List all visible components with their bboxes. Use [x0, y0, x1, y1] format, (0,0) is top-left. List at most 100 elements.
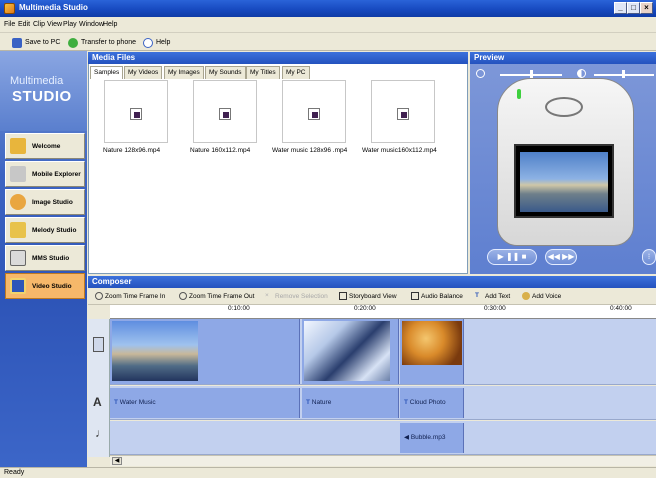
- status-bar: Ready: [0, 467, 656, 478]
- contrast-icon: [577, 69, 586, 78]
- audio-balance-button[interactable]: Audio Balance: [411, 292, 463, 300]
- audio-balance-icon: [411, 292, 419, 300]
- zoom-in-icon: [95, 292, 103, 300]
- status-text: Ready: [4, 469, 25, 476]
- seek-controls[interactable]: ◀◀ ▶▶: [545, 249, 577, 265]
- tab-my-videos[interactable]: My Videos: [124, 66, 163, 79]
- text-track-icon: A: [93, 395, 102, 409]
- audio-track: ◀ Bubble.mp3: [110, 421, 656, 455]
- composer-header: Composer: [88, 276, 656, 288]
- nav-mobile-explorer[interactable]: Mobile Explorer: [5, 161, 85, 187]
- add-text-button[interactable]: T Add Text: [475, 292, 510, 300]
- media-file-tile[interactable]: [282, 80, 346, 143]
- ruler-tick: 0:20:00: [354, 305, 376, 312]
- video-studio-icon: [10, 278, 26, 294]
- menu-clip[interactable]: Clip: [33, 21, 45, 28]
- tab-my-images[interactable]: My Images: [164, 66, 204, 79]
- nav-video-studio[interactable]: Video Studio: [5, 273, 85, 299]
- video-clip[interactable]: [302, 319, 399, 384]
- video-file-icon: [397, 108, 409, 120]
- video-file-icon: [219, 108, 231, 120]
- phone-screen: [514, 144, 614, 218]
- text-clip-icon: T: [404, 399, 408, 406]
- close-button[interactable]: ×: [640, 2, 653, 14]
- video-thumbnail: [112, 321, 198, 381]
- ruler-tick: 0:40:00: [610, 305, 632, 312]
- tab-samples[interactable]: Samples: [90, 66, 124, 79]
- window-title: Multimedia Studio: [19, 3, 88, 12]
- menu-edit[interactable]: Edit: [18, 21, 30, 28]
- text-clip[interactable]: T Nature: [302, 388, 399, 418]
- track-icon-column: A ♩: [88, 319, 110, 457]
- menu-play[interactable]: Play: [63, 21, 77, 28]
- text-track: T Water Music T Nature T Cloud Photo: [110, 386, 656, 420]
- text-clip-icon: T: [114, 399, 118, 406]
- tab-my-pc[interactable]: My PC: [282, 66, 310, 79]
- nav-mms-studio[interactable]: MMS Studio: [5, 245, 85, 271]
- nav-welcome[interactable]: Welcome: [5, 133, 85, 159]
- remove-icon: ×: [265, 292, 269, 299]
- zoom-in-button[interactable]: Zoom Time Frame In: [95, 292, 165, 300]
- maximize-button[interactable]: □: [627, 2, 640, 14]
- phone-led: [517, 89, 521, 99]
- storyboard-icon: [339, 292, 347, 300]
- storyboard-view-button[interactable]: Storyboard View: [339, 292, 397, 300]
- mobile-explorer-icon: [10, 166, 26, 182]
- help-button[interactable]: Help: [143, 36, 170, 49]
- menu-help[interactable]: Help: [103, 21, 117, 28]
- tab-my-titles[interactable]: My Titles: [246, 66, 280, 79]
- options-button[interactable]: ⁝: [642, 249, 656, 265]
- transfer-icon: [68, 37, 78, 48]
- composer-toolbar: Zoom Time Frame In Zoom Time Frame Out ×…: [88, 289, 656, 305]
- minimize-button[interactable]: _: [614, 2, 627, 14]
- brand-line1: Multimedia: [10, 75, 64, 87]
- title-bar: Multimedia Studio _ □ ×: [0, 0, 656, 17]
- audio-clip[interactable]: ◀ Bubble.mp3: [400, 423, 464, 453]
- menu-window[interactable]: Window: [79, 21, 104, 28]
- tab-my-sounds[interactable]: My Sounds: [205, 66, 246, 79]
- transfer-to-phone-button[interactable]: Transfer to phone: [68, 36, 136, 49]
- video-clip[interactable]: [400, 319, 464, 384]
- brand-line2: STUDIO: [12, 88, 72, 105]
- timeline-scrollbar[interactable]: ◀: [110, 455, 656, 466]
- add-voice-icon: [522, 292, 530, 300]
- brand-panel: Multimedia STUDIO: [0, 51, 87, 131]
- timeline-ruler[interactable]: 0:10:00 0:20:00 0:30:00 0:40:00: [110, 305, 656, 319]
- remove-selection-button[interactable]: × Remove Selection: [265, 292, 328, 300]
- welcome-icon: [10, 138, 26, 154]
- media-tabs: Samples My Videos My Images My Sounds My…: [88, 66, 468, 79]
- media-file-tile[interactable]: [193, 80, 257, 143]
- video-track: [110, 319, 656, 385]
- melody-studio-icon: [10, 222, 26, 238]
- menu-bar: File Edit Clip View Play Window Help: [0, 17, 656, 33]
- mms-studio-icon: [10, 250, 26, 266]
- nav-melody-studio[interactable]: Melody Studio: [5, 217, 85, 243]
- menu-file[interactable]: File: [4, 21, 15, 28]
- media-file-tile[interactable]: [104, 80, 168, 143]
- menu-view[interactable]: View: [47, 21, 62, 28]
- contrast-slider-knob[interactable]: [622, 70, 625, 78]
- scroll-left-arrow[interactable]: ◀: [112, 457, 122, 465]
- save-to-pc-button[interactable]: Save to PC: [12, 36, 60, 49]
- video-track-icon: [93, 337, 104, 352]
- add-voice-button[interactable]: Add Voice: [522, 292, 561, 300]
- brightness-slider-knob[interactable]: [530, 70, 533, 78]
- video-clip[interactable]: [110, 319, 300, 384]
- text-clip-icon: T: [306, 399, 310, 406]
- add-text-icon: T: [475, 292, 479, 299]
- preview-frame-image: [520, 152, 608, 212]
- preview-header: Preview: [470, 52, 656, 64]
- video-file-icon: [130, 108, 142, 120]
- nav-image-studio[interactable]: Image Studio: [5, 189, 85, 215]
- playback-controls[interactable]: ▶ ❚❚ ■: [487, 249, 537, 265]
- video-file-icon: [308, 108, 320, 120]
- text-clip[interactable]: T Water Music: [110, 388, 300, 418]
- media-file-tile[interactable]: [371, 80, 435, 143]
- zoom-out-button[interactable]: Zoom Time Frame Out: [179, 292, 254, 300]
- sidebar: Multimedia STUDIO Welcome Mobile Explore…: [0, 51, 87, 467]
- text-clip[interactable]: T Cloud Photo: [400, 388, 464, 418]
- speaker-icon: ◀: [404, 434, 409, 441]
- help-icon: [143, 37, 153, 48]
- zoom-out-icon: [179, 292, 187, 300]
- file-name: Nature 160x112.mp4: [190, 147, 251, 154]
